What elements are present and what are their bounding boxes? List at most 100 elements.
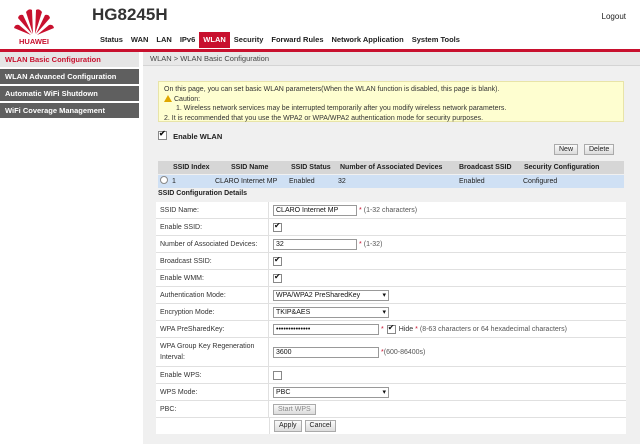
auth-mode-select[interactable]: WPA/WPA2 PreSharedKey — [273, 289, 389, 301]
start-wps-button[interactable]: Start WPS — [273, 403, 316, 415]
wps-mode-select[interactable]: PBC — [273, 386, 389, 398]
notice-line-2: 2. It is recommended that you use the WP… — [164, 114, 484, 122]
enable-wlan-row: Enable WLAN — [158, 129, 223, 141]
wps-mode-label: WPS Mode: — [156, 384, 269, 400]
required-mark: * — [359, 240, 362, 248]
col-ssid-index: SSID Index — [173, 164, 210, 171]
breadcrumb: WLAN > WLAN Basic Configuration — [143, 52, 640, 66]
row-wps-mode: WPS Mode: PBC — [156, 384, 626, 401]
top-nav: Status WAN LAN IPv6 WLAN Security Forwar… — [96, 32, 464, 48]
row-radio[interactable] — [160, 175, 168, 188]
row-enable-ssid: Enable SSID: — [156, 219, 626, 236]
row-regen-interval: WPA Group Key Regeneration Interval: 360… — [156, 338, 626, 367]
row-broadcast-ssid: Broadcast SSID: — [156, 253, 626, 270]
nav-wlan[interactable]: WLAN — [199, 32, 230, 48]
assoc-devices-hint: (1-32) — [363, 240, 383, 248]
header: HUAWEI HG8245H Logout Status WAN LAN IPv… — [0, 0, 640, 50]
col-ssid-name: SSID Name — [231, 164, 269, 171]
enable-ssid-label: Enable SSID: — [156, 219, 269, 235]
nav-ipv6[interactable]: IPv6 — [176, 32, 199, 48]
ssid-name-label: SSID Name: — [156, 202, 269, 218]
ssid-table-header: SSID Index SSID Name SSID Status Number … — [158, 161, 624, 174]
sidebar-item-wlan-basic[interactable]: WLAN Basic Configuration — [0, 52, 139, 69]
notice-line-1: 1. Wireless network services may be inte… — [176, 105, 507, 112]
encryption-mode-select[interactable]: TKIP&AES — [273, 306, 389, 318]
enable-wlan-label: Enable WLAN — [173, 132, 223, 141]
notice-intro: On this page, you can set basic WLAN par… — [164, 86, 500, 93]
hide-psk-checkbox[interactable] — [386, 323, 396, 334]
enable-wmm-checkbox[interactable] — [273, 272, 282, 283]
sidebar-item-wlan-advanced[interactable]: WLAN Advanced Configuration — [0, 69, 139, 86]
cell-security-config: Configured — [523, 178, 558, 185]
ssid-name-input[interactable]: CLARO Internet MP — [273, 204, 357, 216]
main-content: WLAN > WLAN Basic Configuration On this … — [143, 52, 640, 444]
encryption-mode-label: Encryption Mode: — [156, 304, 269, 320]
assoc-devices-input[interactable]: 32 — [273, 238, 357, 250]
row-auth-mode: Authentication Mode: WPA/WPA2 PreSharedK… — [156, 287, 626, 304]
table-row[interactable]: 1 CLARO Internet MP Enabled 32 Enabled C… — [158, 175, 624, 188]
required-mark: * — [359, 206, 362, 214]
nav-wan[interactable]: WAN — [127, 32, 153, 48]
nav-lan[interactable]: LAN — [152, 32, 175, 48]
delete-button[interactable]: Delete — [584, 144, 615, 155]
nav-forward-rules[interactable]: Forward Rules — [267, 32, 327, 48]
regen-interval-hint: (600-86400s) — [383, 348, 426, 356]
sidebar-item-wifi-coverage[interactable]: WiFi Coverage Management — [0, 103, 139, 120]
cell-ssid-status: Enabled — [289, 178, 315, 185]
cell-broadcast-ssid: Enabled — [459, 178, 485, 185]
notice-caution: Caution: — [174, 95, 201, 103]
cell-ssid-name: CLARO Internet MP — [215, 178, 278, 185]
pbc-label: PBC: — [156, 401, 269, 417]
sidebar-item-wifi-shutdown[interactable]: Automatic WiFi Shutdown — [0, 86, 139, 103]
ssid-name-hint: (1-32 characters) — [363, 206, 418, 214]
cell-ssid-index: 1 — [172, 178, 176, 185]
row-assoc-devices: Number of Associated Devices: 32 * (1-32… — [156, 236, 626, 253]
device-model: HG8245H — [92, 5, 168, 24]
enable-wps-checkbox[interactable] — [273, 370, 282, 380]
row-enable-wps: Enable WPS: — [156, 367, 626, 384]
notice-caution-row: Caution: — [164, 94, 618, 105]
enable-wlan-checkbox[interactable] — [158, 129, 167, 140]
apply-button[interactable]: Apply — [274, 420, 302, 432]
enable-wmm-label: Enable WMM: — [156, 270, 269, 286]
logout-link[interactable]: Logout — [602, 12, 626, 21]
cancel-button[interactable]: Cancel — [304, 420, 337, 432]
broadcast-ssid-checkbox[interactable] — [273, 255, 282, 266]
assoc-devices-label: Number of Associated Devices: — [156, 236, 269, 252]
col-broadcast-ssid: Broadcast SSID — [459, 164, 512, 171]
row-psk: WPA PreSharedKey: •••••••••••••• * Hide … — [156, 321, 626, 338]
col-ssid-status: SSID Status — [291, 164, 331, 171]
new-button[interactable]: New — [554, 144, 579, 155]
nav-network-application[interactable]: Network Application — [327, 32, 407, 48]
nav-system-tools[interactable]: System Tools — [408, 32, 464, 48]
psk-input[interactable]: •••••••••••••• — [273, 323, 379, 335]
form-actions: Apply Cancel — [156, 418, 626, 434]
sidebar: WLAN Basic Configuration WLAN Advanced C… — [0, 52, 139, 444]
ssid-config-form: SSID Name: CLARO Internet MP * (1-32 cha… — [156, 202, 626, 434]
required-mark: * — [381, 325, 384, 333]
huawei-logo: HUAWEI — [14, 9, 54, 46]
brand-text: HUAWEI — [19, 37, 49, 46]
required-mark: * — [415, 325, 418, 333]
enable-ssid-checkbox[interactable] — [273, 221, 282, 232]
row-enable-wmm: Enable WMM: — [156, 270, 626, 287]
row-ssid-name: SSID Name: CLARO Internet MP * (1-32 cha… — [156, 202, 626, 219]
regen-interval-input[interactable]: 3600 — [273, 346, 379, 358]
col-assoc-devices: Number of Associated Devices — [340, 164, 443, 171]
psk-hint: (8-63 characters or 64 hexadecimal chara… — [419, 325, 567, 333]
auth-mode-label: Authentication Mode: — [156, 287, 269, 303]
notice-box: On this page, you can set basic WLAN par… — [158, 81, 624, 122]
row-encryption-mode: Encryption Mode: TKIP&AES — [156, 304, 626, 321]
psk-label: WPA PreSharedKey: — [156, 321, 269, 337]
hide-psk-label: Hide — [398, 325, 414, 333]
warning-icon — [164, 94, 172, 102]
enable-wps-label: Enable WPS: — [156, 367, 269, 383]
cell-assoc-devices: 32 — [338, 178, 346, 185]
col-security-config: Security Configuration — [524, 164, 600, 171]
nav-security[interactable]: Security — [230, 32, 268, 48]
details-title: SSID Configuration Details — [158, 190, 248, 197]
row-pbc: PBC: Start WPS — [156, 401, 626, 418]
broadcast-ssid-label: Broadcast SSID: — [156, 253, 269, 269]
regen-interval-label: WPA Group Key Regeneration Interval: — [156, 338, 269, 366]
nav-status[interactable]: Status — [96, 32, 127, 48]
